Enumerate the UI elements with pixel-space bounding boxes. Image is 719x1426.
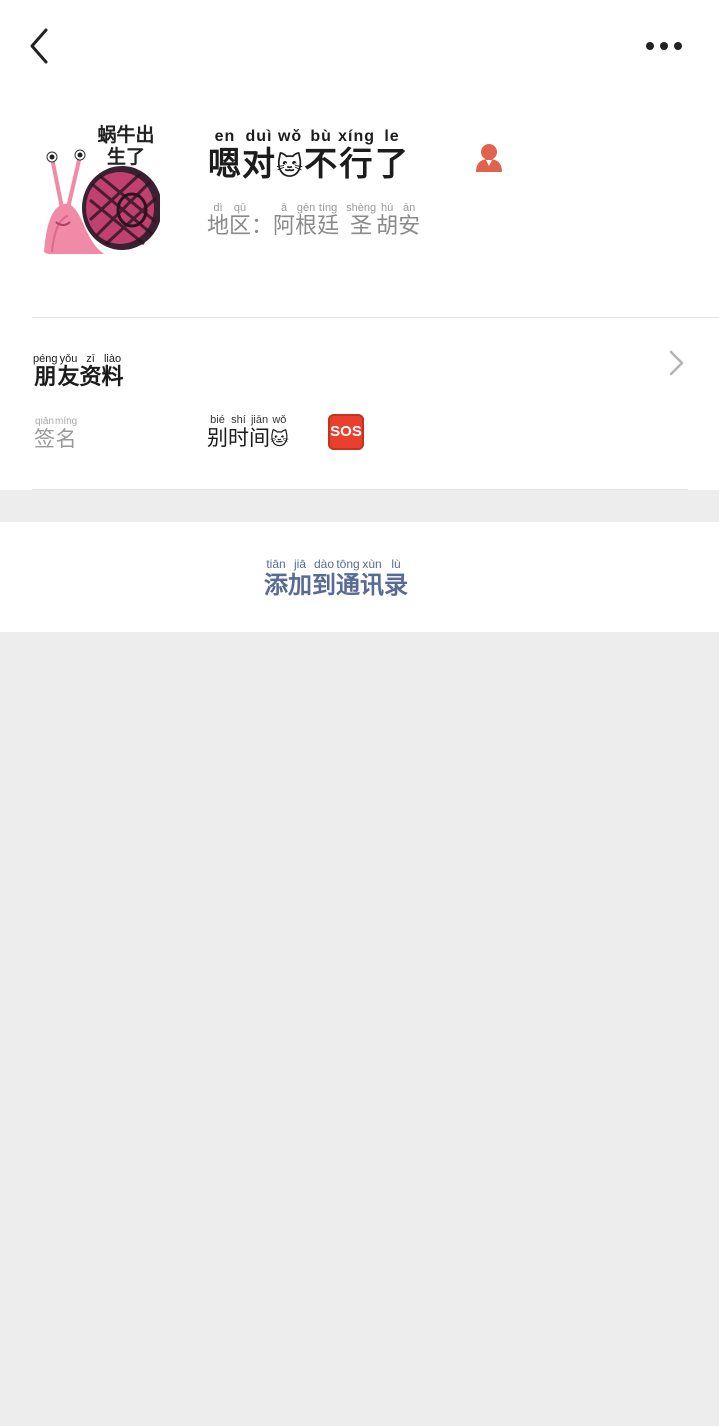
region-char: 根gēn: [295, 202, 318, 239]
add-contact-char: 通tōng: [336, 557, 360, 599]
region-char: 地dì: [207, 202, 230, 239]
nickname: 嗯en对duì🐱wǒ不bù行xíng了le: [208, 128, 409, 185]
nickname-char: 🐱wǒ: [276, 128, 305, 182]
friend-info-char: 资zī: [79, 353, 102, 390]
add-contact-char: 添tiān: [264, 557, 288, 599]
avatar-caption: 蜗牛出 生了: [86, 124, 166, 168]
nickname-char: 行xíng: [338, 128, 375, 183]
profile-card: 蜗牛出 生了 嗯en对duì🐱wǒ不bù行xíng了le 地dì区qū：阿ā根g…: [0, 0, 719, 490]
region: 地dì区qū：阿ā根gēn廷tíng 圣shèng胡hú安ān: [207, 202, 420, 240]
divider: [32, 489, 688, 490]
nickname-char: 了le: [374, 128, 409, 183]
avatar-caption-line: 蜗牛出: [97, 124, 155, 146]
region-char: ：: [251, 214, 274, 239]
more-dots-icon: [646, 42, 682, 50]
signature-char: 时shí: [228, 414, 249, 450]
friend-info-char: 友yǒu: [57, 353, 80, 390]
add-contact-char: 录lù: [384, 557, 408, 599]
region-char: 圣shèng: [346, 202, 377, 239]
nickname-char: 嗯en: [208, 128, 242, 183]
more-button[interactable]: [638, 30, 690, 60]
person-icon: [476, 144, 502, 172]
region-char: 胡hú: [376, 202, 399, 239]
add-contact-char: 加jiā: [288, 557, 312, 599]
signature-char: 别bié: [207, 414, 228, 450]
back-button[interactable]: [22, 24, 56, 68]
chevron-right-icon: [669, 350, 684, 376]
signature-label: 签qiān名míng: [34, 416, 77, 453]
signature-value: 别bié时shí间jiān🐱wǒ: [207, 414, 289, 452]
region-char: 阿ā: [273, 202, 296, 239]
signature-char: 🐱wǒ: [270, 414, 289, 450]
chevron-left-icon: [30, 28, 48, 64]
friend-info-char: 朋péng: [33, 353, 58, 390]
signature-label-char: 签qiān: [34, 416, 55, 451]
sos-badge: SOS: [328, 414, 364, 450]
region-char: 区qū: [229, 202, 252, 239]
signature-label-char: 名míng: [55, 416, 78, 451]
friend-info-char: 料liào: [101, 353, 124, 390]
add-contact-char: 到dào: [312, 557, 336, 599]
region-char: 安ān: [398, 202, 421, 239]
signature-char: 间jiān: [249, 414, 270, 450]
add-contact-button[interactable]: 添tiān加jiā到dào通tōng讯xùn录lù: [264, 557, 408, 600]
avatar-caption-line: 生了: [106, 146, 145, 168]
nickname-char: 不bù: [304, 128, 339, 183]
top-bar: [0, 0, 719, 90]
region-char: 廷tíng: [317, 202, 340, 239]
add-contact-char: 讯xùn: [360, 557, 384, 599]
friend-info-label: 朋péng友yǒu资zī料liào: [33, 353, 124, 391]
nickname-char: 对duì: [242, 128, 276, 183]
